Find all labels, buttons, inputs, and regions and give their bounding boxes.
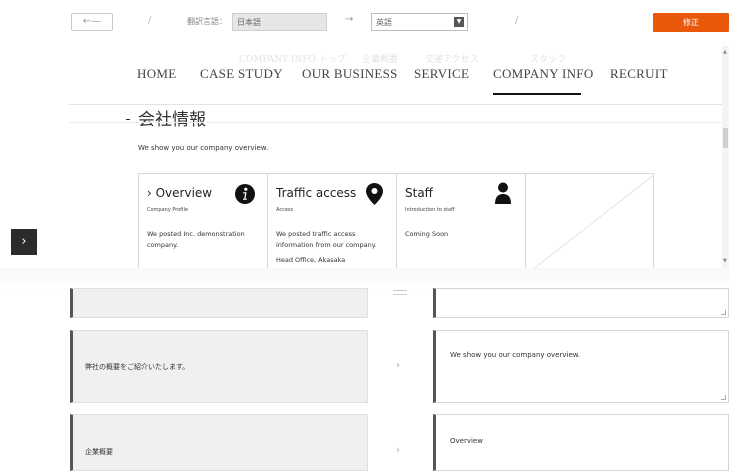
target-language-value: 英語 bbox=[376, 18, 392, 27]
resize-handle-icon[interactable] bbox=[721, 310, 726, 315]
card-subtitle: Access bbox=[276, 207, 294, 213]
source-language-field: 日本語 bbox=[232, 13, 327, 31]
submit-button[interactable]: 修正 bbox=[653, 13, 729, 32]
card-subtitle: Introduction to staff bbox=[405, 207, 455, 213]
card-overview[interactable]: › Overview Company Profile We posted Inc… bbox=[139, 174, 268, 268]
card-title: › Overview bbox=[147, 186, 213, 200]
scroll-thumb[interactable] bbox=[723, 128, 728, 148]
arrow-right-icon: → bbox=[345, 14, 354, 25]
title-marker bbox=[126, 119, 130, 120]
divider bbox=[69, 122, 722, 123]
back-button[interactable]: ←— bbox=[71, 13, 113, 31]
target-text-input[interactable]: Overview bbox=[433, 414, 729, 471]
nav-case-study[interactable]: CASE STUDY bbox=[200, 66, 283, 82]
nav-our-business[interactable]: OUR BUSINESS bbox=[302, 66, 398, 82]
target-text-input[interactable]: We show you our company overview. bbox=[433, 330, 729, 403]
card-body: Coming Soon bbox=[405, 230, 449, 238]
source-text: 弊社の概要をご紹介いたします。 bbox=[85, 363, 190, 371]
card-title: Staff bbox=[405, 186, 433, 200]
card-subtitle: Company Profile bbox=[147, 207, 188, 213]
page-title: 会社情報 bbox=[138, 110, 206, 130]
drag-handle-icon[interactable] bbox=[393, 290, 407, 295]
target-text: Overview bbox=[450, 437, 483, 445]
translation-toolbar: ←— / 翻訳言語： 日本語 → 英語 ▼ / 修正 bbox=[0, 0, 729, 46]
active-nav-indicator bbox=[493, 93, 581, 95]
nav-home[interactable]: HOME bbox=[137, 66, 176, 82]
intro-text: We show you our company overview. bbox=[138, 144, 269, 152]
card-body-text: We posted traffic access information fro… bbox=[276, 230, 377, 249]
source-text-box: 企業概要 bbox=[70, 414, 368, 471]
resize-handle-icon[interactable] bbox=[721, 395, 726, 400]
card-title: Traffic access bbox=[276, 186, 357, 200]
next-arrow-button[interactable]: › bbox=[11, 229, 37, 255]
card-staff[interactable]: Staff Introduction to staff Coming Soon bbox=[397, 174, 526, 268]
card-extra-text: Head Office, Akasaka bbox=[276, 256, 346, 264]
chevron-down-icon: ▼ bbox=[454, 17, 464, 27]
separator: / bbox=[148, 15, 152, 26]
scroll-down-icon[interactable]: ▼ bbox=[723, 258, 727, 264]
source-text-box bbox=[70, 288, 368, 318]
source-text: 企業概要 bbox=[85, 448, 113, 456]
placeholder-card bbox=[533, 174, 655, 268]
card-body: We posted traffic access information fro… bbox=[276, 229, 391, 266]
preview-shadow bbox=[0, 268, 729, 290]
target-text-input[interactable] bbox=[433, 288, 729, 318]
chevron-right-icon: › bbox=[396, 445, 400, 456]
card-grid: › Overview Company Profile We posted Inc… bbox=[138, 173, 655, 268]
card-body: We posted Inc. demonstration company. bbox=[147, 230, 245, 249]
map-pin-icon bbox=[366, 183, 383, 205]
nav-service[interactable]: SERVICE bbox=[414, 66, 469, 82]
card-traffic-access[interactable]: Traffic access Access We posted traffic … bbox=[268, 174, 397, 268]
person-icon bbox=[495, 182, 511, 204]
nav-recruit[interactable]: RECRUIT bbox=[610, 66, 668, 82]
separator: / bbox=[515, 15, 519, 26]
source-text-box: 弊社の概要をご紹介いたします。 bbox=[70, 330, 368, 403]
page-preview: COMPANY INFO トップ 企業概要 交通アクセス スタッフ HOME C… bbox=[69, 46, 722, 268]
nav-company-info[interactable]: COMPANY INFO bbox=[493, 66, 594, 82]
target-text: We show you our company overview. bbox=[450, 351, 581, 359]
scroll-up-icon[interactable]: ▲ bbox=[723, 49, 727, 55]
preview-scrollbar[interactable]: ▲ ▼ bbox=[722, 46, 729, 268]
main-nav: HOME CASE STUDY OUR BUSINESS SERVICE COM… bbox=[69, 58, 722, 105]
info-icon bbox=[235, 184, 255, 204]
chevron-right-icon: › bbox=[396, 360, 400, 371]
target-language-select[interactable]: 英語 ▼ bbox=[371, 13, 468, 31]
source-language-label: 翻訳言語： bbox=[187, 17, 227, 26]
